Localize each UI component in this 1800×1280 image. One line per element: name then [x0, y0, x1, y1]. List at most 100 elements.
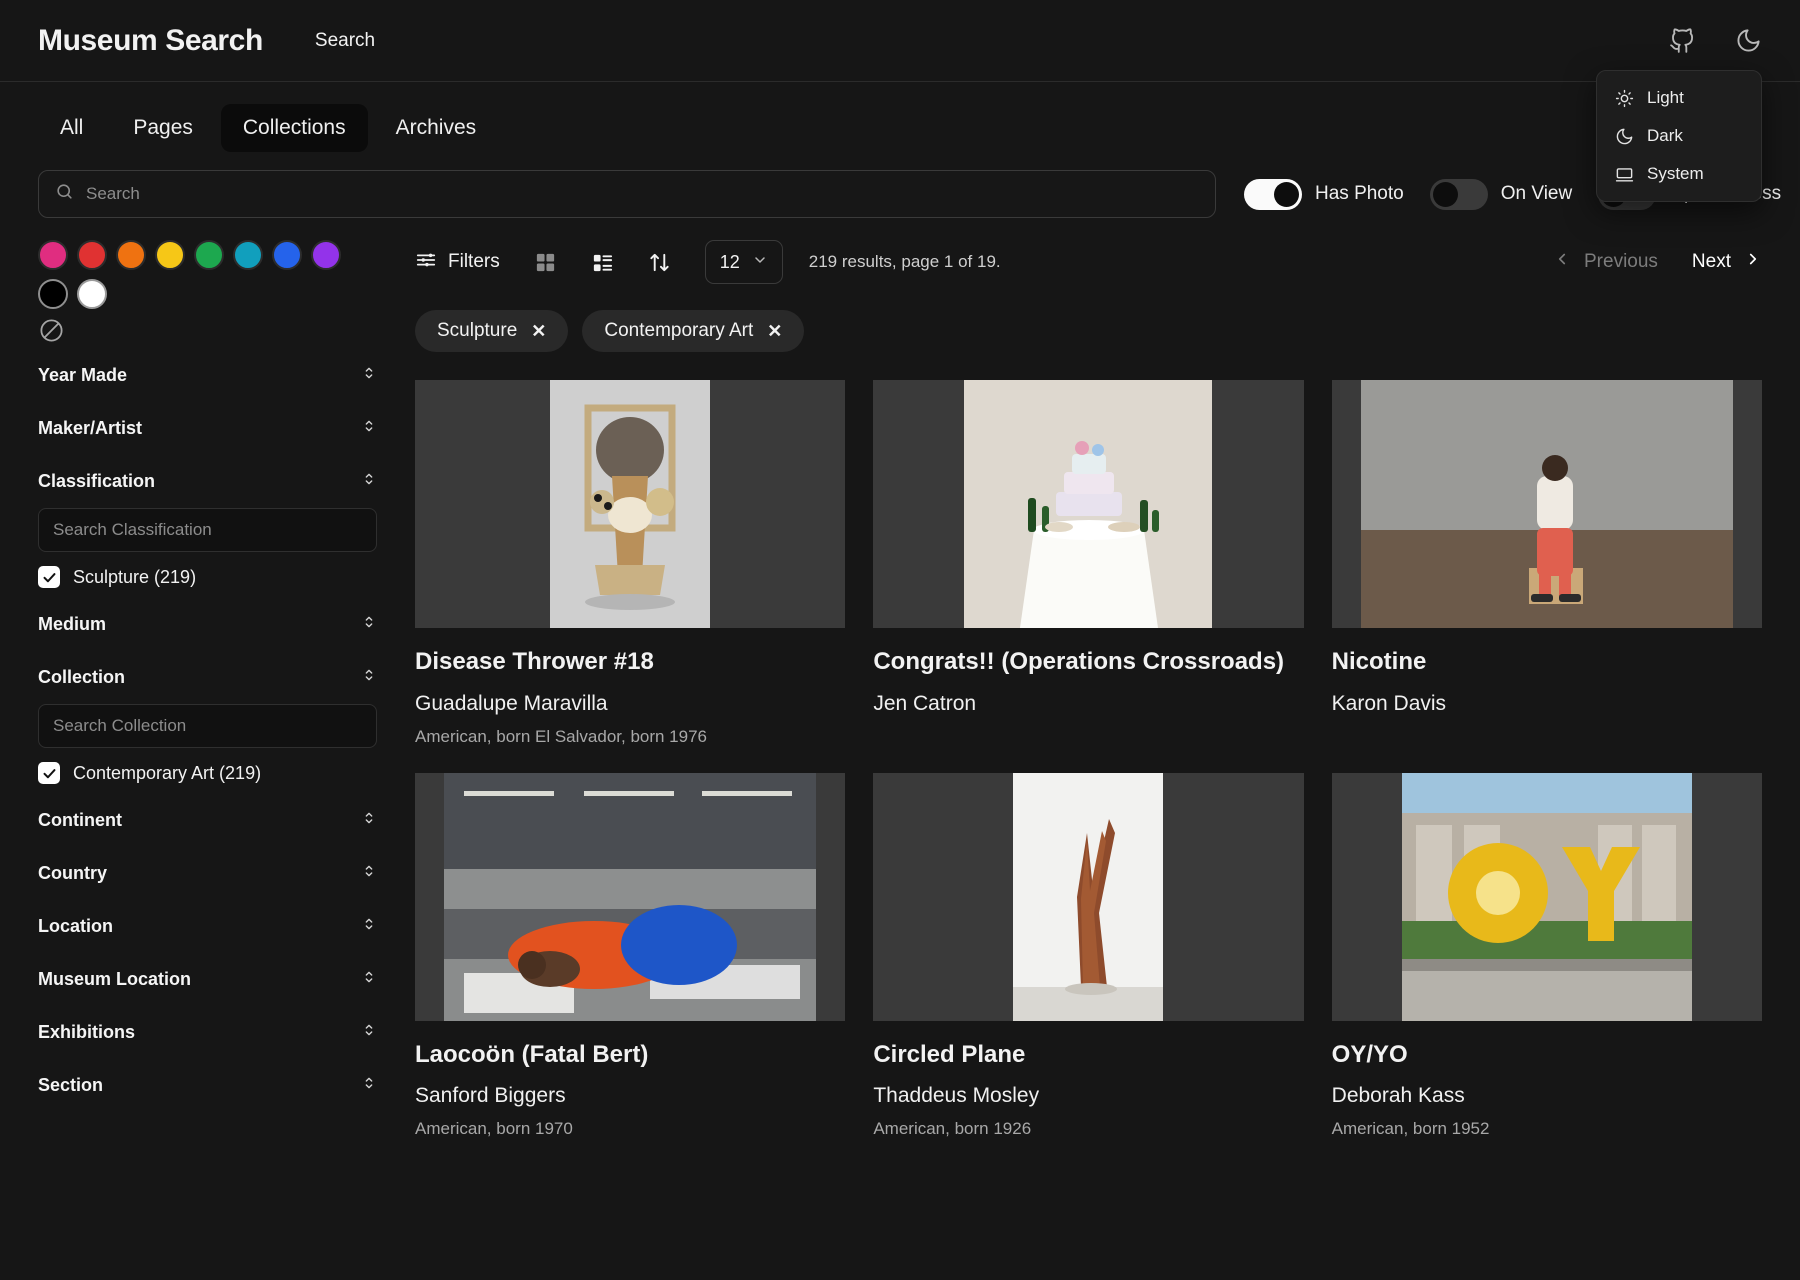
filters-button[interactable]: Filters — [415, 249, 500, 276]
theme-dropdown-menu[interactable]: Light Dark System — [1596, 70, 1762, 202]
facet-search-input-collection[interactable]: Search Collection — [38, 704, 377, 748]
facet-header-museum-location[interactable]: Museum Location — [38, 953, 377, 1006]
theme-menu-item-system[interactable]: System — [1597, 155, 1761, 193]
color-swatch-purple[interactable] — [311, 240, 341, 270]
result-thumbnail[interactable] — [1331, 380, 1762, 628]
facet-label: Medium — [38, 614, 107, 634]
facet-header-collection[interactable]: Collection — [38, 651, 377, 704]
toggle-on-view[interactable]: On View — [1429, 178, 1572, 210]
result-card[interactable]: Disease Thrower #18 Guadalupe Maravilla Am… — [415, 380, 846, 747]
chip-remove-icon[interactable]: ✕ — [531, 321, 546, 342]
nav-link-search[interactable]: Search — [315, 30, 375, 52]
color-swatch-list — [38, 240, 373, 309]
color-swatch-black[interactable] — [38, 279, 68, 309]
no-color-icon[interactable] — [38, 317, 377, 349]
facet-option[interactable]: Sculpture (219) — [38, 552, 377, 598]
facet-header-exhibitions[interactable]: Exhibitions — [38, 1006, 377, 1059]
facet-header-classification[interactable]: Classification — [38, 455, 377, 508]
facet-label: Maker/Artist — [38, 418, 143, 438]
github-icon[interactable] — [1668, 27, 1696, 55]
tab-collections[interactable]: Collections — [220, 104, 368, 152]
moon-icon[interactable] — [1734, 27, 1762, 55]
result-title[interactable]: Congrats!! (Operations Crossroads) — [873, 646, 1303, 678]
result-title[interactable]: Nicotine — [1332, 646, 1762, 678]
result-artist-bio: American, born El Salvador, born 1976 — [415, 726, 708, 746]
result-artist-bio: American, born 1926 — [873, 1119, 1032, 1139]
color-swatch-red[interactable] — [77, 240, 107, 270]
facet-option[interactable]: Contemporary Art (219) — [38, 748, 377, 794]
color-swatch-orange[interactable] — [116, 240, 146, 270]
facet-header-section[interactable]: Section — [38, 1059, 377, 1112]
tab-archives[interactable]: Archives — [374, 104, 499, 152]
result-thumbnail[interactable] — [873, 380, 1304, 628]
theme-menu-item-dark[interactable]: Dark — [1597, 117, 1761, 155]
search-input[interactable]: Search — [38, 170, 1216, 218]
toggle-has-photo[interactable]: Has Photo — [1244, 178, 1404, 210]
result-artist-bio: American, born 1952 — [1331, 1119, 1490, 1139]
page-size-value: 12 — [719, 251, 740, 272]
result-thumbnail[interactable] — [873, 772, 1304, 1021]
result-title[interactable]: OY/YO — [1332, 1039, 1762, 1071]
tab-all[interactable]: All — [38, 104, 105, 152]
facet-header-medium[interactable]: Medium — [38, 598, 377, 651]
result-card[interactable]: Laocoön (Fatal Bert) Sanford Biggers Ameri… — [415, 772, 846, 1140]
result-artist: Thaddeus Mosley — [873, 1084, 1040, 1108]
facet-label: Museum Location — [38, 969, 192, 989]
color-swatch-teal[interactable] — [233, 240, 263, 270]
result-artist: Jen Catron — [873, 691, 977, 715]
facet-search-input-classification[interactable]: Search Classification — [38, 508, 377, 552]
color-swatch-green[interactable] — [194, 240, 224, 270]
page-size-select[interactable]: 12 — [704, 240, 783, 284]
result-artist: Deborah Kass — [1331, 1084, 1465, 1108]
sort-arrows-icon[interactable] — [648, 251, 671, 274]
filter-chip[interactable]: Sculpture ✕ — [415, 310, 569, 352]
facet-header-year-made[interactable]: Year Made — [38, 349, 377, 402]
list-view-icon[interactable] — [591, 251, 614, 274]
next-button[interactable]: Next — [1692, 250, 1762, 274]
facet-header-country[interactable]: Country — [38, 847, 377, 900]
result-title[interactable]: Laocoön (Fatal Bert) — [415, 1039, 845, 1071]
chip-remove-icon[interactable]: ✕ — [767, 321, 782, 342]
checkbox-checked[interactable] — [38, 566, 60, 588]
result-title[interactable]: Disease Thrower #18 — [415, 646, 845, 678]
theme-menu-label-dark: Dark — [1647, 126, 1683, 145]
result-thumbnail[interactable] — [415, 380, 846, 628]
tab-pages[interactable]: Pages — [111, 104, 215, 152]
header-actions — [1668, 27, 1762, 55]
switch-knob — [1432, 181, 1458, 207]
checkbox-checked[interactable] — [38, 762, 60, 784]
color-swatch-yellow[interactable] — [155, 240, 185, 270]
results-count: 219 results, page 1 of 19. — [808, 252, 1001, 271]
result-title[interactable]: Circled Plane — [873, 1039, 1303, 1071]
result-card[interactable]: Congrats!! (Operations Crossroads) Jen Ca… — [873, 380, 1304, 747]
chevron-left-icon — [1553, 250, 1571, 274]
chevron-updown-icon — [361, 365, 377, 386]
search-row: Search Has Photo On View Open Access — [0, 152, 1800, 218]
theme-menu-item-light[interactable]: Light — [1597, 79, 1761, 117]
on-view-switch[interactable] — [1429, 178, 1488, 210]
result-thumbnail[interactable] — [1331, 772, 1762, 1021]
color-swatch-white[interactable] — [77, 279, 107, 309]
facet-label: Continent — [38, 810, 122, 830]
results-grid: Disease Thrower #18 Guadalupe Maravilla Am… — [415, 380, 1762, 1139]
facet-header-location[interactable]: Location — [38, 900, 377, 953]
result-artist: Sanford Biggers — [415, 1084, 566, 1108]
chevron-updown-icon — [361, 471, 377, 492]
previous-button[interactable]: Previous — [1553, 250, 1658, 274]
result-card[interactable]: Nicotine Karon Davis — [1331, 380, 1762, 747]
color-swatch-pink[interactable] — [38, 240, 68, 270]
result-card[interactable]: OY/YO Deborah Kass American, born 1952 — [1331, 772, 1762, 1140]
chevron-updown-icon — [361, 614, 377, 635]
facet-header-maker-artist[interactable]: Maker/Artist — [38, 402, 377, 455]
result-card[interactable]: Circled Plane Thaddeus Mosley American, bo… — [873, 772, 1304, 1140]
grid-view-icon[interactable] — [534, 251, 557, 274]
color-swatch-blue[interactable] — [272, 240, 302, 270]
theme-menu-label-system: System — [1647, 164, 1704, 183]
result-thumbnail[interactable] — [415, 772, 846, 1021]
app-header: Museum Search Search Light Dark System — [0, 0, 1800, 202]
facet-header-continent[interactable]: Continent — [38, 794, 377, 847]
has-photo-switch[interactable] — [1244, 178, 1302, 210]
filters-label: Filters — [448, 251, 500, 272]
pagination: Previous Next — [1553, 250, 1762, 274]
filter-chip[interactable]: Contemporary Art ✕ — [582, 310, 805, 352]
